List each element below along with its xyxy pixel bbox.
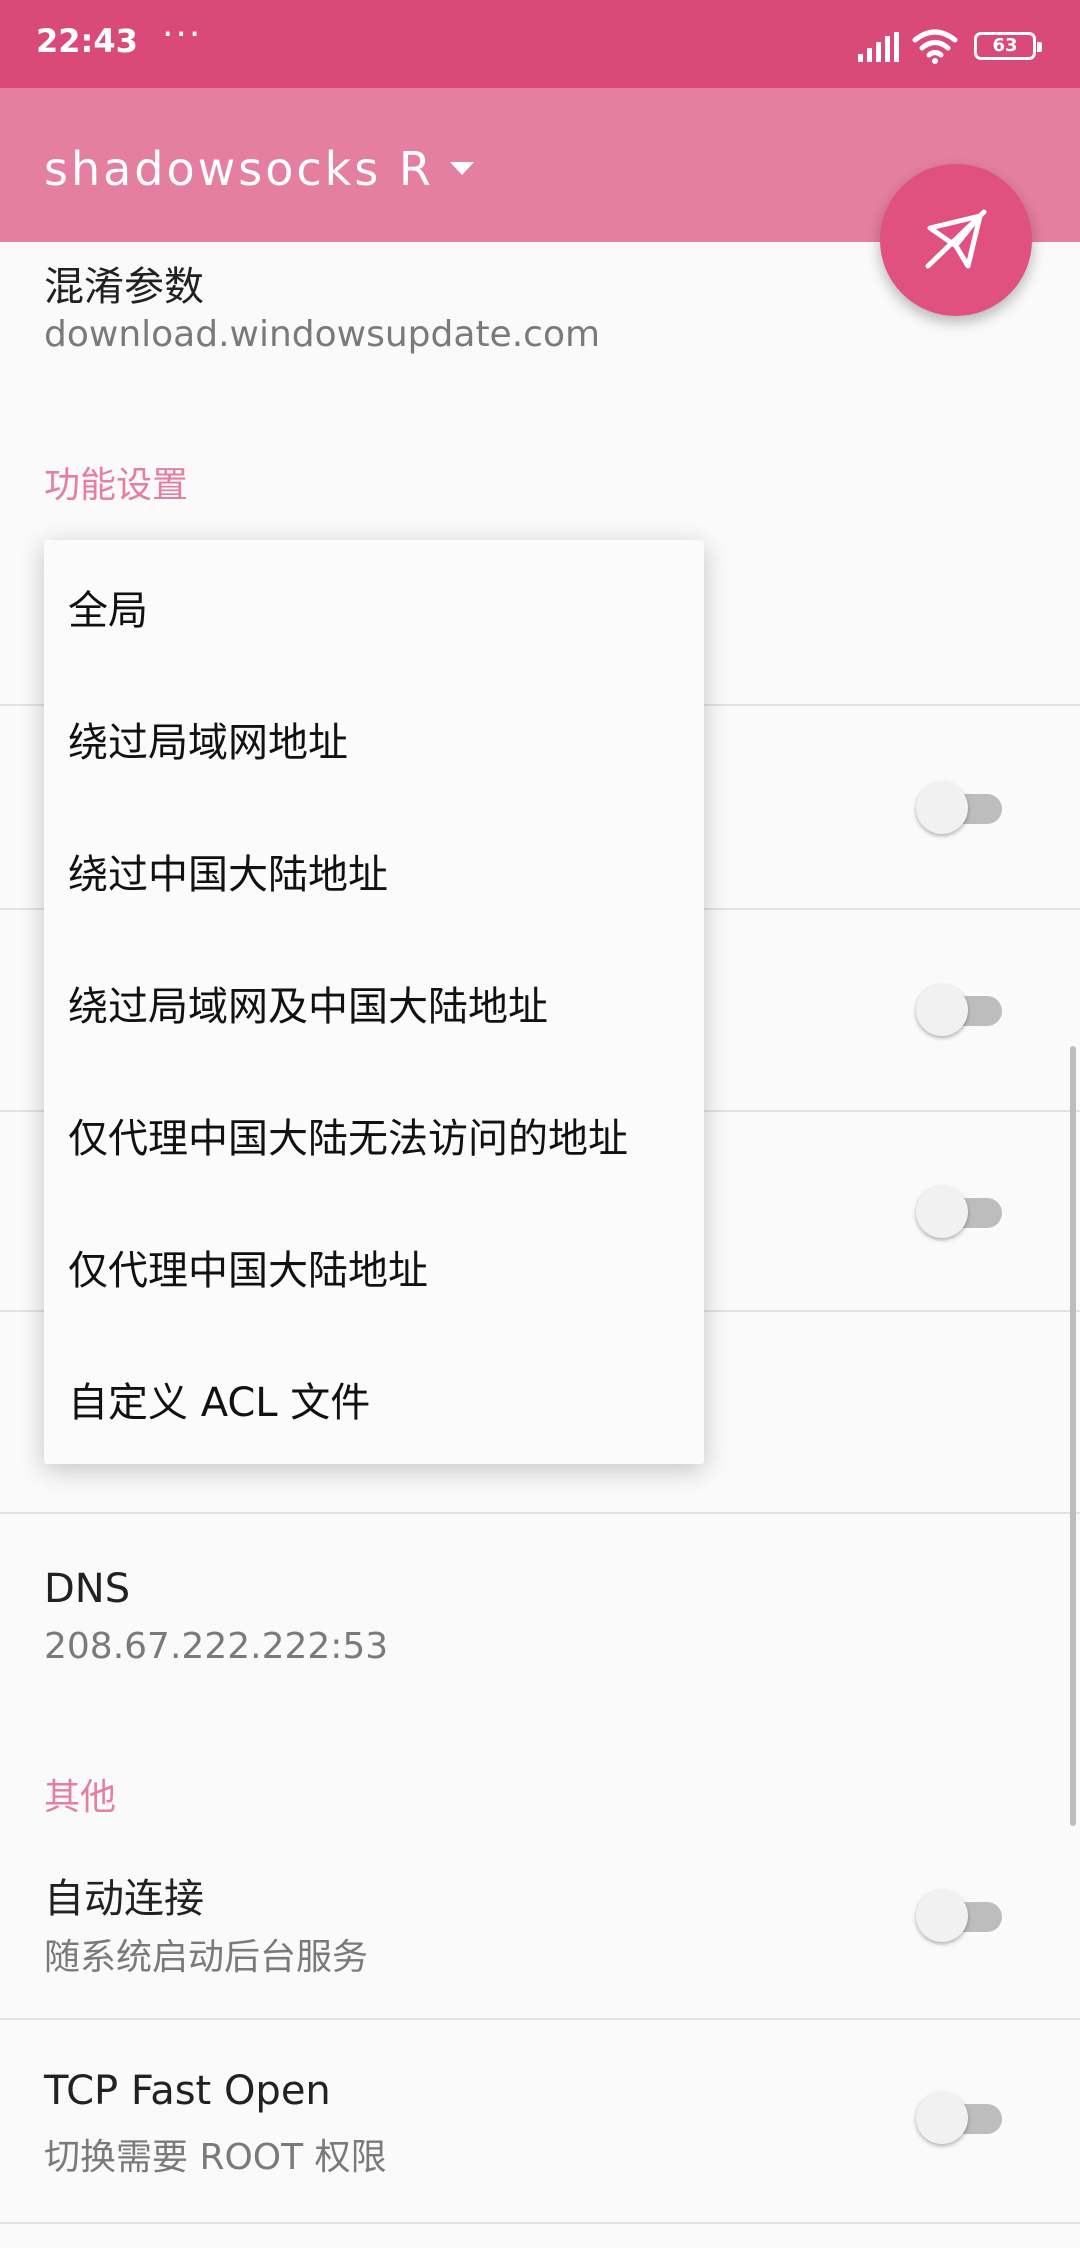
auto-connect-subtitle: 随系统启动后台服务 [44,1937,369,1978]
toggle-switch[interactable] [916,1184,1008,1240]
route-option-bypass-china[interactable]: 绕过中国大陆地址 [68,842,388,900]
auto-connect-switch[interactable] [916,1888,1008,1944]
divider [0,2018,1080,2020]
paper-plane-off-icon [925,209,987,269]
route-option-china-list[interactable]: 仅代理中国大陆地址 [68,1238,428,1296]
obfs-param-title[interactable]: 混淆参数 [44,254,204,312]
route-dropdown-menu: 全局 绕过局域网地址 绕过中国大陆地址 绕过局域网及中国大陆地址 仅代理中国大陆… [44,540,704,1464]
route-option-gfwlist[interactable]: 仅代理中国大陆无法访问的地址 [68,1106,628,1164]
section-header-features: 功能设置 [44,465,189,506]
toggle-switch[interactable] [916,982,1008,1038]
route-option-global[interactable]: 全局 [68,578,148,636]
status-time: 22:43 [36,22,138,60]
divider [0,2222,1080,2224]
connect-fab[interactable] [880,164,1032,316]
wifi-icon [912,29,958,64]
auto-connect-title[interactable]: 自动连接 [44,1866,204,1924]
obfs-param-value: download.windowsupdate.com [44,314,601,355]
divider [0,1512,1080,1514]
dns-title[interactable]: DNS [44,1566,130,1612]
tcp-fast-open-switch[interactable] [916,2090,1008,2146]
scrollbar[interactable] [1070,1046,1076,1826]
signal-icon [858,32,899,62]
status-bar: 22:43 ··· 63 [0,0,1080,88]
tcp-fast-open-subtitle: 切换需要 ROOT 权限 [44,2137,387,2178]
route-option-custom-acl[interactable]: 自定义 ACL 文件 [68,1370,370,1428]
profile-selector[interactable]: shadowsocks R [44,142,434,196]
status-notification-dots: ··· [162,14,203,55]
toggle-switch[interactable] [916,780,1008,836]
battery-icon: 63 [974,32,1042,60]
route-option-bypass-lan-china[interactable]: 绕过局域网及中国大陆地址 [68,974,548,1032]
route-option-bypass-lan[interactable]: 绕过局域网地址 [68,710,348,768]
dropdown-caret-icon[interactable] [450,162,474,175]
tcp-fast-open-title[interactable]: TCP Fast Open [44,2068,331,2114]
dns-value: 208.67.222.222:53 [44,1626,389,1667]
section-header-other: 其他 [44,1777,117,1818]
